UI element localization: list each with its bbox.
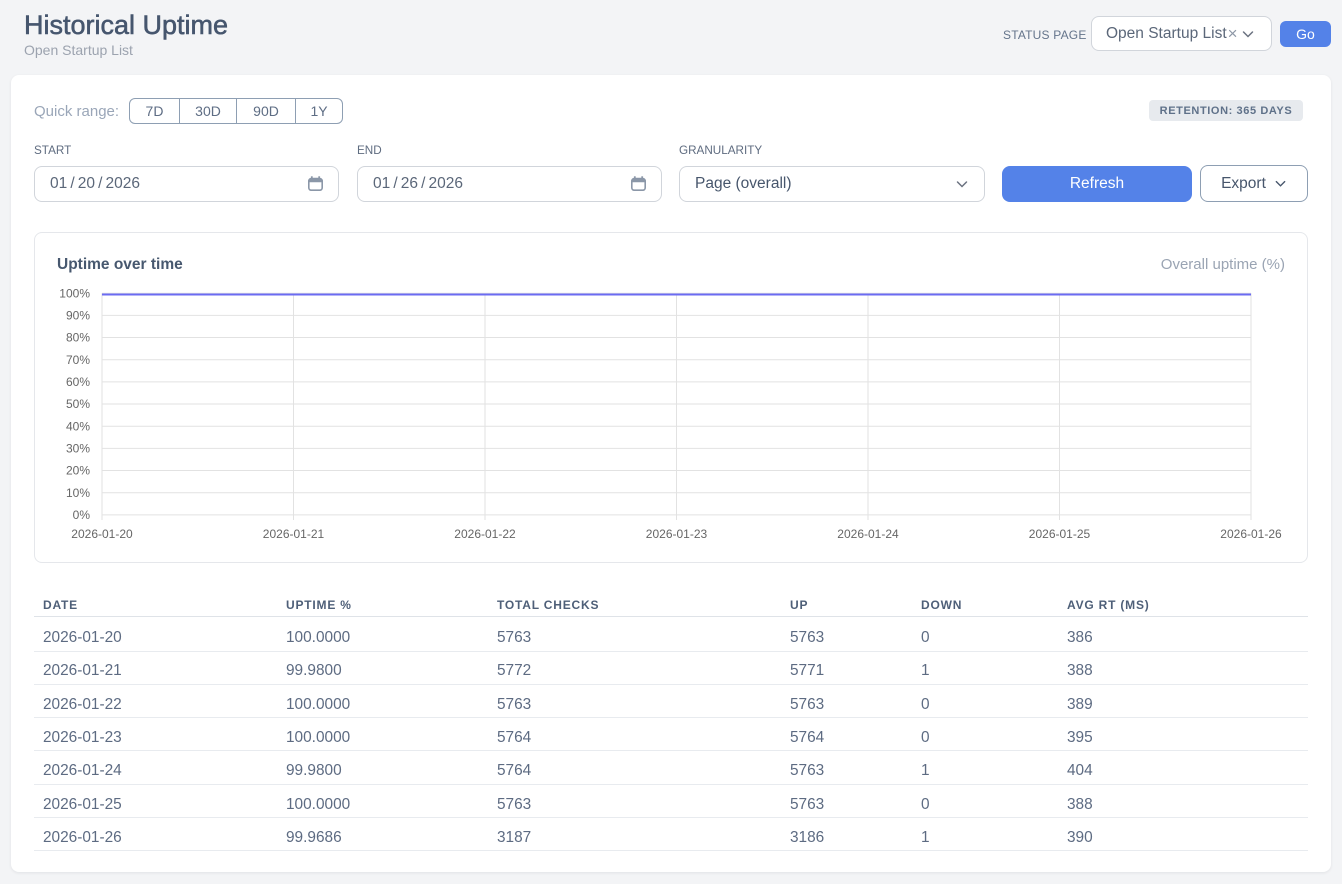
svg-text:50%: 50%: [66, 397, 90, 411]
svg-text:0%: 0%: [73, 508, 91, 522]
svg-text:70%: 70%: [66, 353, 90, 367]
svg-text:2026-01-21: 2026-01-21: [263, 527, 325, 541]
svg-text:2026-01-25: 2026-01-25: [1029, 527, 1091, 541]
svg-text:30%: 30%: [66, 442, 90, 456]
svg-text:2026-01-22: 2026-01-22: [454, 527, 516, 541]
svg-text:2026-01-26: 2026-01-26: [1220, 527, 1282, 541]
svg-text:2026-01-24: 2026-01-24: [837, 527, 899, 541]
svg-text:40%: 40%: [66, 419, 90, 433]
svg-text:60%: 60%: [66, 375, 90, 389]
svg-text:80%: 80%: [66, 331, 90, 345]
svg-text:20%: 20%: [66, 464, 90, 478]
svg-text:2026-01-23: 2026-01-23: [646, 527, 708, 541]
svg-text:100%: 100%: [59, 286, 90, 300]
svg-text:10%: 10%: [66, 486, 90, 500]
svg-text:2026-01-20: 2026-01-20: [71, 527, 133, 541]
svg-text:90%: 90%: [66, 309, 90, 323]
